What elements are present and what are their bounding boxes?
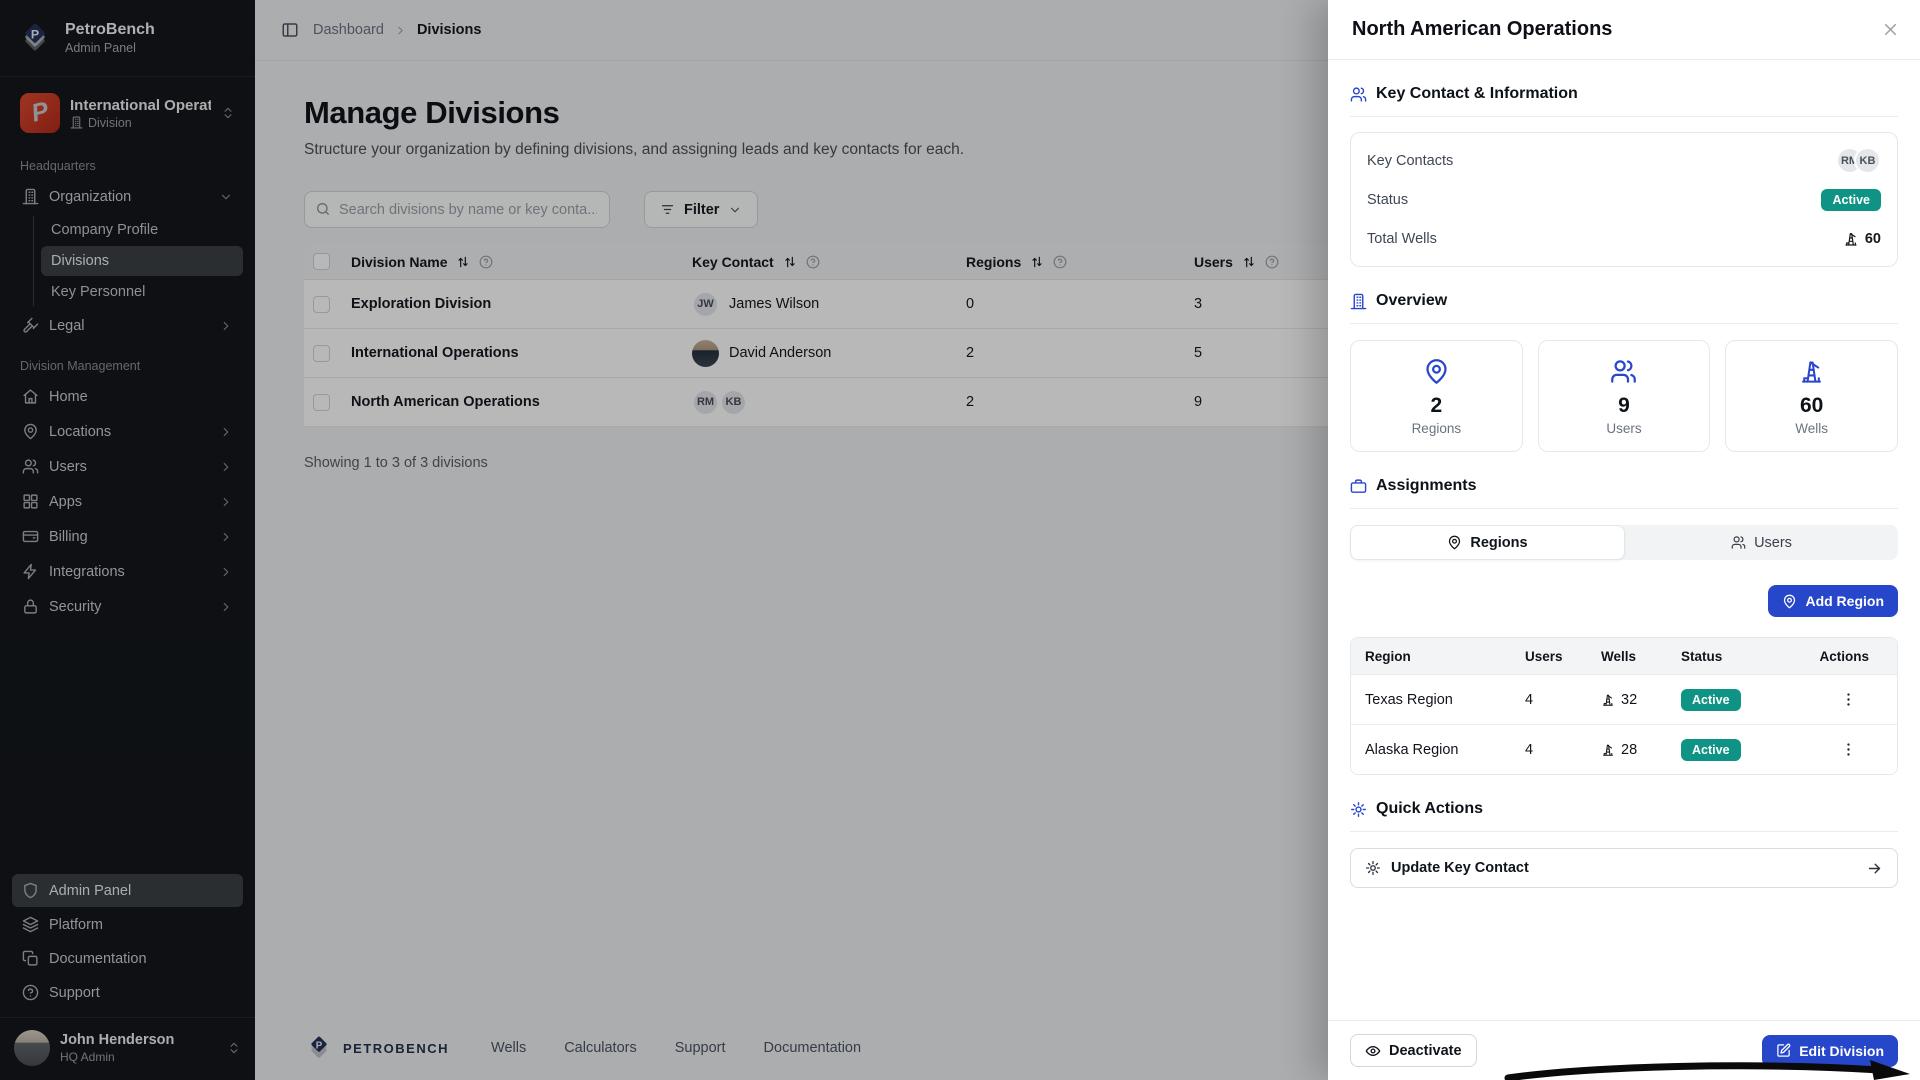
- gear-icon: [1350, 801, 1367, 818]
- status-badge: Active: [1821, 189, 1881, 211]
- panel-footer: Deactivate Edit Division: [1328, 1020, 1920, 1080]
- stat-card-regions: 2 Regions: [1350, 340, 1523, 452]
- edit-square-icon: [1776, 1043, 1791, 1058]
- section-key-contact: Key Contact & Information: [1350, 85, 1898, 117]
- add-region-button[interactable]: Add Region: [1768, 585, 1898, 617]
- deactivate-button[interactable]: Deactivate: [1350, 1034, 1477, 1067]
- modal-overlay[interactable]: [0, 0, 1328, 1080]
- avatar-initials: KB: [1854, 147, 1881, 174]
- arrow-right-icon: [1866, 860, 1883, 877]
- briefcase-icon: [1350, 478, 1367, 495]
- overview-stats: 2 Regions 9 Users 60 Wells: [1350, 340, 1898, 452]
- column-status: Status: [1681, 649, 1811, 664]
- key-info-card: Key Contacts RM KB Status Active Total W…: [1350, 132, 1898, 267]
- stat-card-users: 9 Users: [1538, 340, 1711, 452]
- more-vertical-icon[interactable]: [1840, 691, 1857, 708]
- info-row-contacts: Key Contacts RM KB: [1367, 141, 1881, 180]
- status-badge: Active: [1681, 739, 1741, 761]
- regions-table-header: Region Users Wells Status Actions: [1351, 638, 1897, 674]
- info-row-status: Status Active: [1367, 180, 1881, 219]
- column-actions: Actions: [1811, 649, 1883, 664]
- users-icon: [1731, 535, 1746, 550]
- section-assignments: Assignments: [1350, 477, 1898, 509]
- assignments-tabs: Regions Users: [1350, 525, 1898, 560]
- map-pin-icon: [1782, 594, 1797, 609]
- oil-derrick-icon: [1843, 231, 1859, 247]
- edit-division-button[interactable]: Edit Division: [1762, 1035, 1898, 1067]
- close-icon[interactable]: [1881, 20, 1900, 39]
- building-icon: [1350, 293, 1367, 310]
- column-users: Users: [1525, 649, 1601, 664]
- status-badge: Active: [1681, 689, 1741, 711]
- map-pin-icon: [1423, 358, 1450, 385]
- section-quick-actions: Quick Actions: [1350, 800, 1898, 832]
- panel-title: North American Operations: [1352, 18, 1612, 41]
- oil-derrick-icon: [1798, 358, 1825, 385]
- region-row: Alaska Region 4 28 Active: [1351, 724, 1897, 774]
- section-overview: Overview: [1350, 292, 1898, 324]
- division-detail-panel: North American Operations Key Contact & …: [1328, 0, 1920, 1080]
- panel-body: Key Contact & Information Key Contacts R…: [1328, 60, 1920, 1020]
- panel-header: North American Operations: [1328, 0, 1920, 60]
- update-key-contact-action[interactable]: Update Key Contact: [1350, 848, 1898, 888]
- oil-derrick-icon: [1601, 743, 1615, 757]
- column-region: Region: [1365, 649, 1525, 664]
- map-pin-icon: [1447, 535, 1462, 550]
- users-icon: [1610, 358, 1637, 385]
- tab-users[interactable]: Users: [1625, 525, 1898, 560]
- eye-icon: [1365, 1043, 1381, 1059]
- column-wells: Wells: [1601, 649, 1681, 664]
- screen: PetroBench Admin Panel P International O…: [0, 0, 1920, 1080]
- stat-card-wells: 60 Wells: [1725, 340, 1898, 452]
- region-row: Texas Region 4 32 Active: [1351, 674, 1897, 724]
- users-icon: [1350, 86, 1367, 103]
- info-row-wells: Total Wells 60: [1367, 219, 1881, 258]
- tab-regions[interactable]: Regions: [1350, 525, 1625, 560]
- gear-icon: [1365, 860, 1381, 876]
- oil-derrick-icon: [1601, 693, 1615, 707]
- regions-table: Region Users Wells Status Actions Texas …: [1350, 637, 1898, 775]
- more-vertical-icon[interactable]: [1840, 741, 1857, 758]
